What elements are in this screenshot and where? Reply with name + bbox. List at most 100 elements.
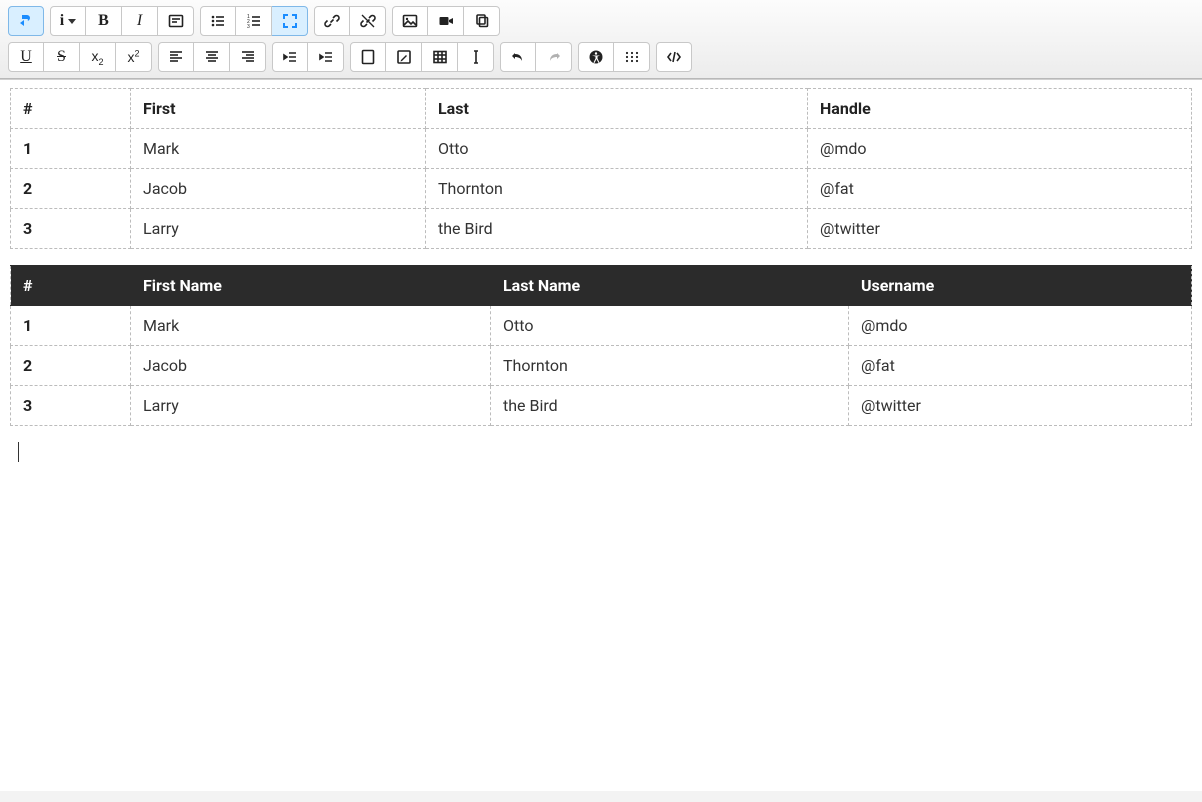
content-table-1[interactable]: # First Last Handle 1MarkOtto@mdo2JacobT…	[10, 88, 1192, 249]
table-cell[interactable]: Jacob	[131, 169, 426, 209]
table-row[interactable]: 2JacobThornton@fat	[11, 169, 1192, 209]
text-direction-button[interactable]	[8, 6, 44, 36]
textcursor-icon	[468, 49, 484, 65]
video-button[interactable]	[428, 6, 464, 36]
table-header[interactable]: First Name	[131, 266, 491, 306]
tag-panel-button[interactable]	[158, 6, 194, 36]
table-cell[interactable]: 2	[11, 169, 131, 209]
svg-text:3: 3	[247, 24, 250, 29]
table-header[interactable]: Last Name	[491, 266, 849, 306]
insert-table-button[interactable]	[422, 42, 458, 72]
edit-icon	[396, 49, 412, 65]
table-header[interactable]: Username	[849, 266, 1192, 306]
subscript-button[interactable]: x2	[80, 42, 116, 72]
table-cell[interactable]: the Bird	[491, 386, 849, 426]
a11y-icon	[588, 49, 604, 65]
strike-icon: S	[57, 48, 66, 66]
fullscreen-button[interactable]	[272, 6, 308, 36]
table-cell[interactable]: 1	[11, 129, 131, 169]
table-header[interactable]: #	[11, 89, 131, 129]
copy-button[interactable]	[464, 6, 500, 36]
braille-icon	[624, 49, 640, 65]
bold-button[interactable]: B	[86, 6, 122, 36]
undo-button[interactable]	[500, 42, 536, 72]
toolbar-row-2: U Sx2x2	[8, 42, 1194, 72]
strikethrough-button[interactable]: S	[44, 42, 80, 72]
underline-icon: U	[20, 48, 32, 66]
italic-button[interactable]: I	[122, 6, 158, 36]
table-row[interactable]: 1MarkOtto@mdo	[11, 129, 1192, 169]
table-cell[interactable]: @twitter	[808, 209, 1192, 249]
image-button[interactable]	[392, 6, 428, 36]
outdent-button[interactable]	[272, 42, 308, 72]
caret-icon	[68, 19, 76, 24]
al-left-icon	[168, 49, 184, 65]
table-cell[interactable]: Larry	[131, 386, 491, 426]
table-cell[interactable]: Jacob	[131, 346, 491, 386]
toolbar-row-1: i BI 123	[8, 6, 1194, 36]
info-icon: i	[60, 12, 64, 30]
unordered-list-button[interactable]	[200, 6, 236, 36]
expand-icon	[282, 13, 298, 29]
calculator-button[interactable]	[350, 42, 386, 72]
italic-icon: I	[137, 12, 142, 30]
table-header[interactable]: Last	[426, 89, 808, 129]
video-icon	[438, 13, 454, 29]
link-button[interactable]	[314, 6, 350, 36]
table-header[interactable]: First	[131, 89, 426, 129]
outdent-icon	[282, 49, 298, 65]
table-cell[interactable]: 3	[11, 209, 131, 249]
content-table-2[interactable]: # First Name Last Name Username 1MarkOtt…	[10, 265, 1192, 426]
underline-button[interactable]: U	[8, 42, 44, 72]
table-cell[interactable]: @fat	[849, 346, 1192, 386]
table-cell[interactable]: Mark	[131, 306, 491, 346]
redo-icon	[546, 49, 562, 65]
table-cell[interactable]: Thornton	[491, 346, 849, 386]
source-code-button[interactable]	[656, 42, 692, 72]
table-row[interactable]: 3Larrythe Bird@twitter	[11, 209, 1192, 249]
tag-panel-icon	[168, 13, 184, 29]
table-cell[interactable]: Otto	[426, 129, 808, 169]
table-cell[interactable]: 3	[11, 386, 131, 426]
table-cell[interactable]: 1	[11, 306, 131, 346]
edit-button[interactable]	[386, 42, 422, 72]
table-cell[interactable]: @mdo	[849, 306, 1192, 346]
table-header[interactable]: #	[11, 266, 131, 306]
unlink-button[interactable]	[350, 6, 386, 36]
table-header[interactable]: Handle	[808, 89, 1192, 129]
braille-button[interactable]	[614, 42, 650, 72]
accessibility-button[interactable]	[578, 42, 614, 72]
copy-icon	[474, 13, 490, 29]
superscript-button[interactable]: x2	[116, 42, 152, 72]
table-cell[interactable]: the Bird	[426, 209, 808, 249]
text-cursor	[18, 442, 19, 462]
table-cell[interactable]: Otto	[491, 306, 849, 346]
align-center-button[interactable]	[194, 42, 230, 72]
table-row[interactable]: 2JacobThornton@fat	[11, 346, 1192, 386]
calc-icon	[360, 49, 376, 65]
table-icon	[432, 49, 448, 65]
align-left-button[interactable]	[158, 42, 194, 72]
align-right-button[interactable]	[230, 42, 266, 72]
table-cell[interactable]: @fat	[808, 169, 1192, 209]
table-row[interactable]: 1MarkOtto@mdo	[11, 306, 1192, 346]
editor-content-area[interactable]: # First Last Handle 1MarkOtto@mdo2JacobT…	[0, 79, 1202, 791]
indent-button[interactable]	[308, 42, 344, 72]
ordered-list-button[interactable]: 123	[236, 6, 272, 36]
info-button[interactable]: i	[50, 6, 86, 36]
table-cell[interactable]: 2	[11, 346, 131, 386]
ul-icon	[210, 13, 226, 29]
text-cursor-button[interactable]	[458, 42, 494, 72]
table-cell[interactable]: @mdo	[808, 129, 1192, 169]
indent-icon	[318, 49, 334, 65]
table-cell[interactable]: Larry	[131, 209, 426, 249]
table-cell[interactable]: Thornton	[426, 169, 808, 209]
table-cell[interactable]: Mark	[131, 129, 426, 169]
table-row[interactable]: 3Larrythe Bird@twitter	[11, 386, 1192, 426]
table-cell[interactable]: @twitter	[849, 386, 1192, 426]
dir-arrow-icon	[18, 13, 34, 29]
unlink-icon	[360, 13, 376, 29]
al-center-icon	[204, 49, 220, 65]
image-icon	[402, 13, 418, 29]
code-icon	[666, 49, 682, 65]
